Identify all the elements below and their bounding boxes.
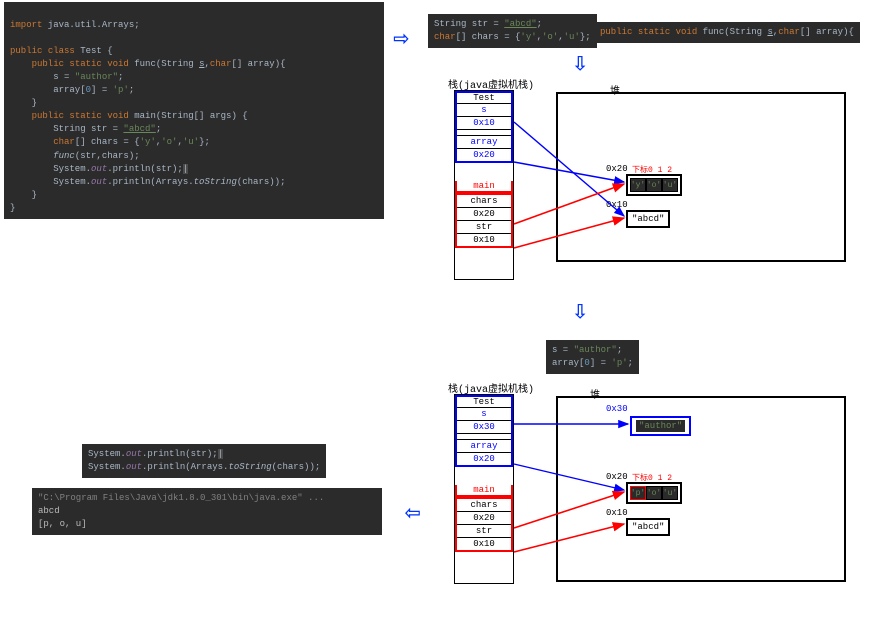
main-sep-2: main xyxy=(455,485,513,497)
stack-box-1: Test s 0x10 array 0x20 main chars 0x20 s… xyxy=(454,90,514,280)
heap-str-2: "abcd" xyxy=(626,518,670,536)
heap-array-1: 'y' 'o' 'u' xyxy=(626,174,682,196)
addr-str-2: 0x10 xyxy=(606,508,628,518)
frame-main-1: chars 0x20 str 0x10 xyxy=(455,193,513,248)
heap-str-1: "abcd" xyxy=(626,210,670,228)
addr-str-1: 0x10 xyxy=(606,200,628,210)
frame-func-1: Test s 0x10 array 0x20 xyxy=(455,91,513,163)
heap-array-2: 'p' 'o' 'u' xyxy=(626,482,682,504)
snippet-func-sig: public static void func(String s,char[] … xyxy=(594,22,860,43)
addr-auth: 0x30 xyxy=(606,404,628,414)
heap-box-2 xyxy=(556,396,846,582)
arrow-right-1: ⇨ xyxy=(393,26,409,52)
frame-func-2: Test s 0x30 array 0x20 xyxy=(455,395,513,467)
arrow-left-1: ⇨ xyxy=(405,500,421,526)
heap-author: "author" xyxy=(630,416,691,436)
main-code-block: import java.util.Arrays; public class Te… xyxy=(4,2,384,219)
heap-box-1 xyxy=(556,92,846,262)
arrow-down-1: ⇨ xyxy=(567,55,593,71)
snippet-declare: String str = "abcd"; char[] chars = {'y'… xyxy=(428,14,597,48)
main-sep-1: main xyxy=(455,181,513,193)
snippet-print: System.out.println(str);| System.out.pri… xyxy=(82,444,326,478)
snippet-mutate: s = "author"; array[0] = 'p'; xyxy=(546,340,639,374)
arrow-down-2: ⇨ xyxy=(567,303,593,319)
console-output: "C:\Program Files\Java\jdk1.8.0_301\bin\… xyxy=(32,488,382,535)
stack-box-2: Test s 0x30 array 0x20 main chars 0x20 s… xyxy=(454,394,514,584)
frame-main-2: chars 0x20 str 0x10 xyxy=(455,497,513,552)
addr-arr-2: 0x20 xyxy=(606,472,628,482)
addr-arr-1: 0x20 xyxy=(606,164,628,174)
